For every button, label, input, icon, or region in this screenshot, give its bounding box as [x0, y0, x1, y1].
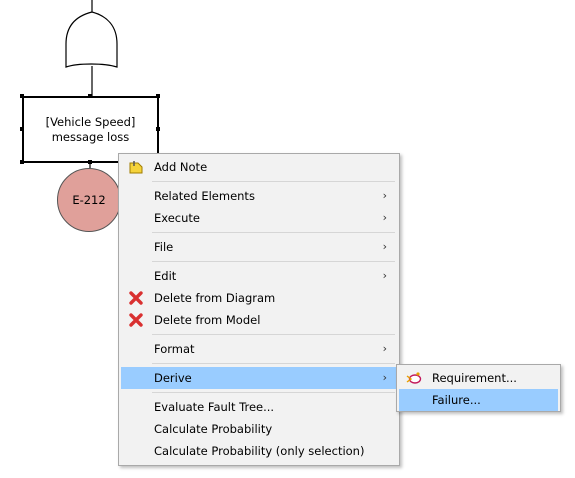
menu-separator: [152, 363, 395, 364]
submenu-item-label: Failure...: [432, 393, 481, 407]
context-menu: Add Note Related Elements › Execute › Fi…: [118, 153, 400, 466]
menu-item-label: Related Elements: [154, 189, 255, 203]
menu-item-label: Format: [154, 342, 195, 356]
menu-item-calculate-probability[interactable]: Calculate Probability: [121, 418, 397, 440]
menu-item-label: File: [154, 240, 174, 254]
event-label: E-212: [72, 193, 106, 207]
menu-separator: [152, 392, 395, 393]
menu-item-label: Execute: [154, 211, 200, 225]
menu-item-format[interactable]: Format ›: [121, 338, 397, 360]
selection-handle[interactable]: [20, 127, 24, 131]
menu-separator: [152, 261, 395, 262]
selection-handle[interactable]: [20, 94, 24, 98]
selection-handle[interactable]: [20, 160, 24, 164]
menu-item-delete-from-model[interactable]: Delete from Model: [121, 309, 397, 331]
menu-item-label: Evaluate Fault Tree...: [154, 400, 275, 414]
menu-item-label: Delete from Model: [154, 313, 261, 327]
menu-separator: [152, 334, 395, 335]
menu-item-calculate-probability-selection[interactable]: Calculate Probability (only selection): [121, 440, 397, 462]
selection-handle[interactable]: [156, 94, 160, 98]
red-x-icon: [128, 290, 144, 306]
red-x-icon: [128, 312, 144, 328]
or-gate-shape: [65, 0, 118, 68]
menu-item-delete-from-diagram[interactable]: Delete from Diagram: [121, 287, 397, 309]
submenu-arrow-icon: ›: [382, 269, 387, 282]
submenu-arrow-icon: ›: [382, 189, 387, 202]
menu-item-related-elements[interactable]: Related Elements ›: [121, 185, 397, 207]
menu-item-label: Edit: [154, 269, 177, 283]
menu-item-label: Add Note: [154, 160, 208, 174]
requirement-icon: [406, 370, 422, 386]
menu-item-execute[interactable]: Execute ›: [121, 207, 397, 229]
menu-item-label: Calculate Probability: [154, 422, 273, 436]
menu-item-label: Derive: [154, 371, 192, 385]
submenu-arrow-icon: ›: [382, 342, 387, 355]
selection-handle[interactable]: [88, 160, 92, 164]
node-label-line2: message loss: [51, 129, 130, 144]
submenu-arrow-icon: ›: [382, 240, 387, 253]
submenu-item-failure[interactable]: Failure...: [399, 389, 558, 411]
node-label-line1: [Vehicle Speed]: [45, 114, 136, 129]
basic-event[interactable]: E-212: [57, 168, 121, 232]
submenu-item-requirement[interactable]: Requirement...: [399, 367, 558, 389]
menu-item-file[interactable]: File ›: [121, 236, 397, 258]
submenu-item-label: Requirement...: [432, 371, 517, 385]
menu-item-label: Calculate Probability (only selection): [154, 444, 365, 458]
submenu-arrow-icon: ›: [382, 211, 387, 224]
menu-item-edit[interactable]: Edit ›: [121, 265, 397, 287]
menu-item-derive[interactable]: Derive ›: [121, 367, 397, 389]
menu-item-label: Delete from Diagram: [154, 291, 276, 305]
menu-item-add-note[interactable]: Add Note: [121, 156, 397, 178]
derive-submenu: Requirement... Failure...: [396, 364, 561, 412]
submenu-arrow-icon: ›: [382, 371, 387, 384]
note-icon: [128, 159, 144, 175]
menu-item-evaluate-fault-tree[interactable]: Evaluate Fault Tree...: [121, 396, 397, 418]
menu-separator: [152, 181, 395, 182]
menu-separator: [152, 232, 395, 233]
selection-handle[interactable]: [156, 127, 160, 131]
selection-handle[interactable]: [88, 94, 92, 98]
